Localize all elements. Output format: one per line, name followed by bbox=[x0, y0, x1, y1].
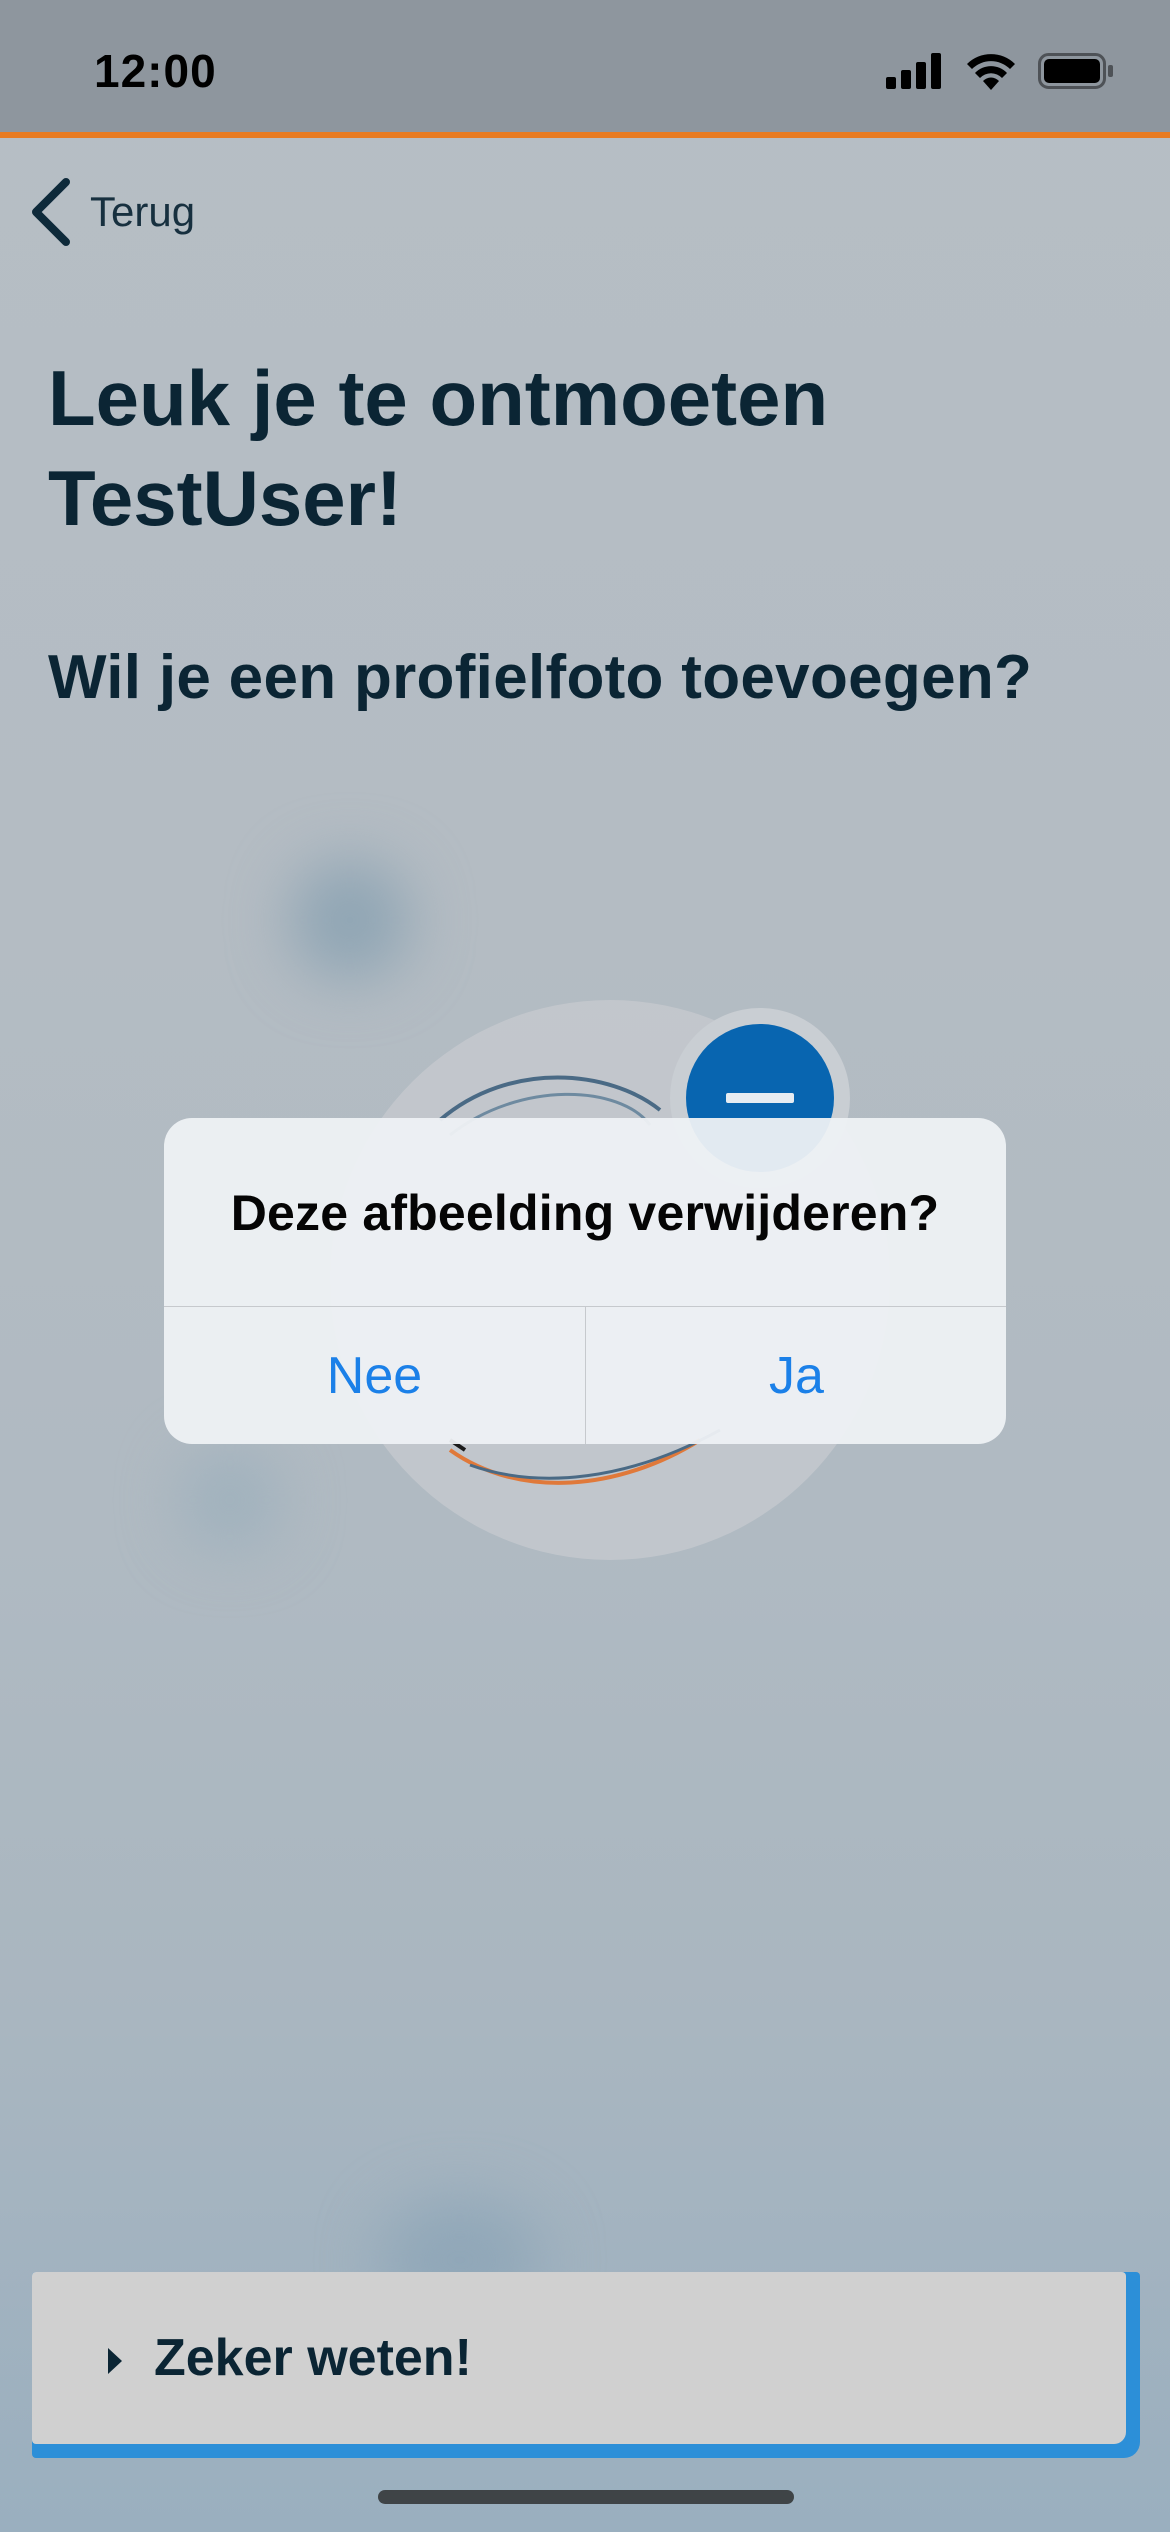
cta-label: Zeker weten! bbox=[154, 2329, 472, 2387]
cellular-signal-icon bbox=[886, 53, 941, 89]
page-title-line-2: TestUser! bbox=[48, 454, 403, 542]
confirm-cta-button[interactable]: Zeker weten! bbox=[32, 2272, 1140, 2458]
dialog-confirm-button[interactable]: Ja bbox=[586, 1307, 1006, 1444]
dialog-title: Deze afbeelding verwijderen? bbox=[230, 1185, 940, 1241]
page-title-line-1: Leuk je te ontmoeten bbox=[48, 354, 829, 442]
status-time: 12:00 bbox=[94, 45, 217, 97]
dialog-cancel-button[interactable]: Nee bbox=[164, 1307, 585, 1444]
background-blur bbox=[180, 1450, 280, 1550]
profile-photo-question: Wil je een profielfoto toevoegen? bbox=[48, 643, 1033, 712]
back-button[interactable]: Terug bbox=[28, 178, 195, 246]
header-accent-line bbox=[0, 132, 1170, 138]
cta-body: Zeker weten! bbox=[32, 2272, 1126, 2444]
status-icons bbox=[886, 52, 1114, 90]
delete-image-dialog: Deze afbeelding verwijderen? Nee Ja bbox=[164, 1118, 1006, 1444]
back-label: Terug bbox=[90, 188, 196, 235]
caret-right-icon bbox=[108, 2348, 122, 2374]
status-bar: 12:00 bbox=[0, 0, 1170, 138]
chevron-left-icon bbox=[32, 178, 70, 246]
home-indicator bbox=[378, 2490, 794, 2504]
background-blur bbox=[290, 860, 410, 980]
page-title: Leuk je te ontmoeten TestUser! bbox=[48, 348, 1108, 548]
battery-icon bbox=[1038, 53, 1113, 89]
wifi-icon bbox=[967, 54, 1015, 90]
